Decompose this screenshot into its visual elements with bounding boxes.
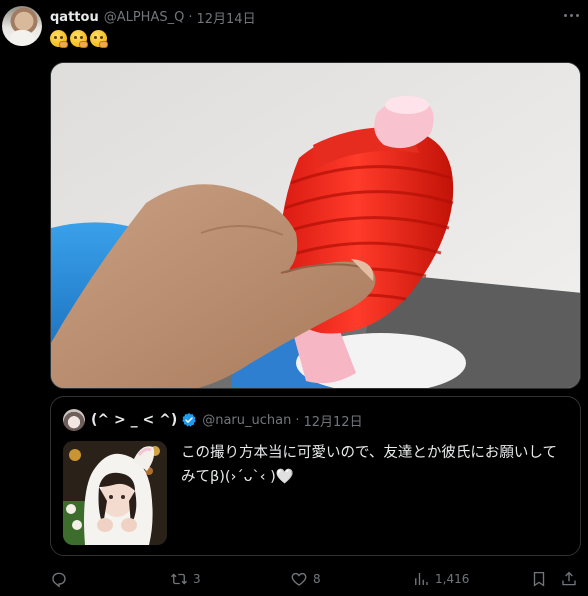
thinking-face-emoji xyxy=(70,30,88,48)
quoted-tweet-header: (^ > _ < ^) @naru_uchan · 12月12日 xyxy=(91,410,363,430)
view-count: 1,416 xyxy=(435,572,470,586)
quoted-tweet-text: この撮り方本当に可愛いので、友達とか彼氏にお願いしてみてβ)(›´ᴗ`‹ )🤍 xyxy=(181,445,557,485)
author-handle[interactable]: @ALPHAS_Q xyxy=(104,10,185,25)
views-button[interactable]: 1,416 xyxy=(412,568,469,590)
reply-button[interactable] xyxy=(50,568,73,590)
thinking-face-emoji xyxy=(50,30,68,48)
photo-girl-in-bunny-hood xyxy=(63,441,167,545)
like-count: 8 xyxy=(313,572,321,586)
share-icon xyxy=(562,571,576,586)
retweet-icon xyxy=(171,573,187,585)
retweet-count: 3 xyxy=(193,572,201,586)
bookmark-button[interactable] xyxy=(530,568,548,590)
verified-badge-icon xyxy=(182,413,196,427)
quoted-tweet-timestamp[interactable]: 12月12日 xyxy=(303,411,362,430)
author-avatar[interactable] xyxy=(2,6,42,46)
quoted-author-avatar[interactable] xyxy=(63,409,85,431)
quoted-tweet-thumbnail[interactable] xyxy=(63,441,167,545)
quoted-author-handle[interactable]: @naru_uchan xyxy=(202,413,291,428)
bookmark-icon xyxy=(533,571,545,587)
more-options-icon[interactable] xyxy=(560,4,582,26)
views-chart-icon xyxy=(415,573,428,585)
heart-icon xyxy=(291,572,307,586)
tweet-action-bar: 3 8 1,416 xyxy=(50,568,581,590)
separator-dot: · xyxy=(188,9,193,25)
thinking-face-emoji xyxy=(90,30,108,48)
quoted-author-name[interactable]: (^ > _ < ^) xyxy=(91,412,177,428)
like-button[interactable]: 8 xyxy=(290,568,321,590)
tweet-media-photo[interactable] xyxy=(50,62,581,389)
retweet-button[interactable]: 3 xyxy=(170,568,201,590)
photo-hand-holding-red-bottle xyxy=(51,63,580,388)
tweet-timestamp[interactable]: 12月14日 xyxy=(196,8,255,27)
tweet-text xyxy=(50,30,108,48)
separator-dot: · xyxy=(295,412,300,428)
reply-icon xyxy=(52,572,66,588)
tweet-header: qattou @ALPHAS_Q · 12月14日 xyxy=(50,8,256,27)
author-name[interactable]: qattou xyxy=(50,10,99,25)
share-button[interactable] xyxy=(560,568,578,590)
quoted-tweet-card[interactable]: (^ > _ < ^) @naru_uchan · 12月12日 この撮り方本当… xyxy=(50,396,581,556)
